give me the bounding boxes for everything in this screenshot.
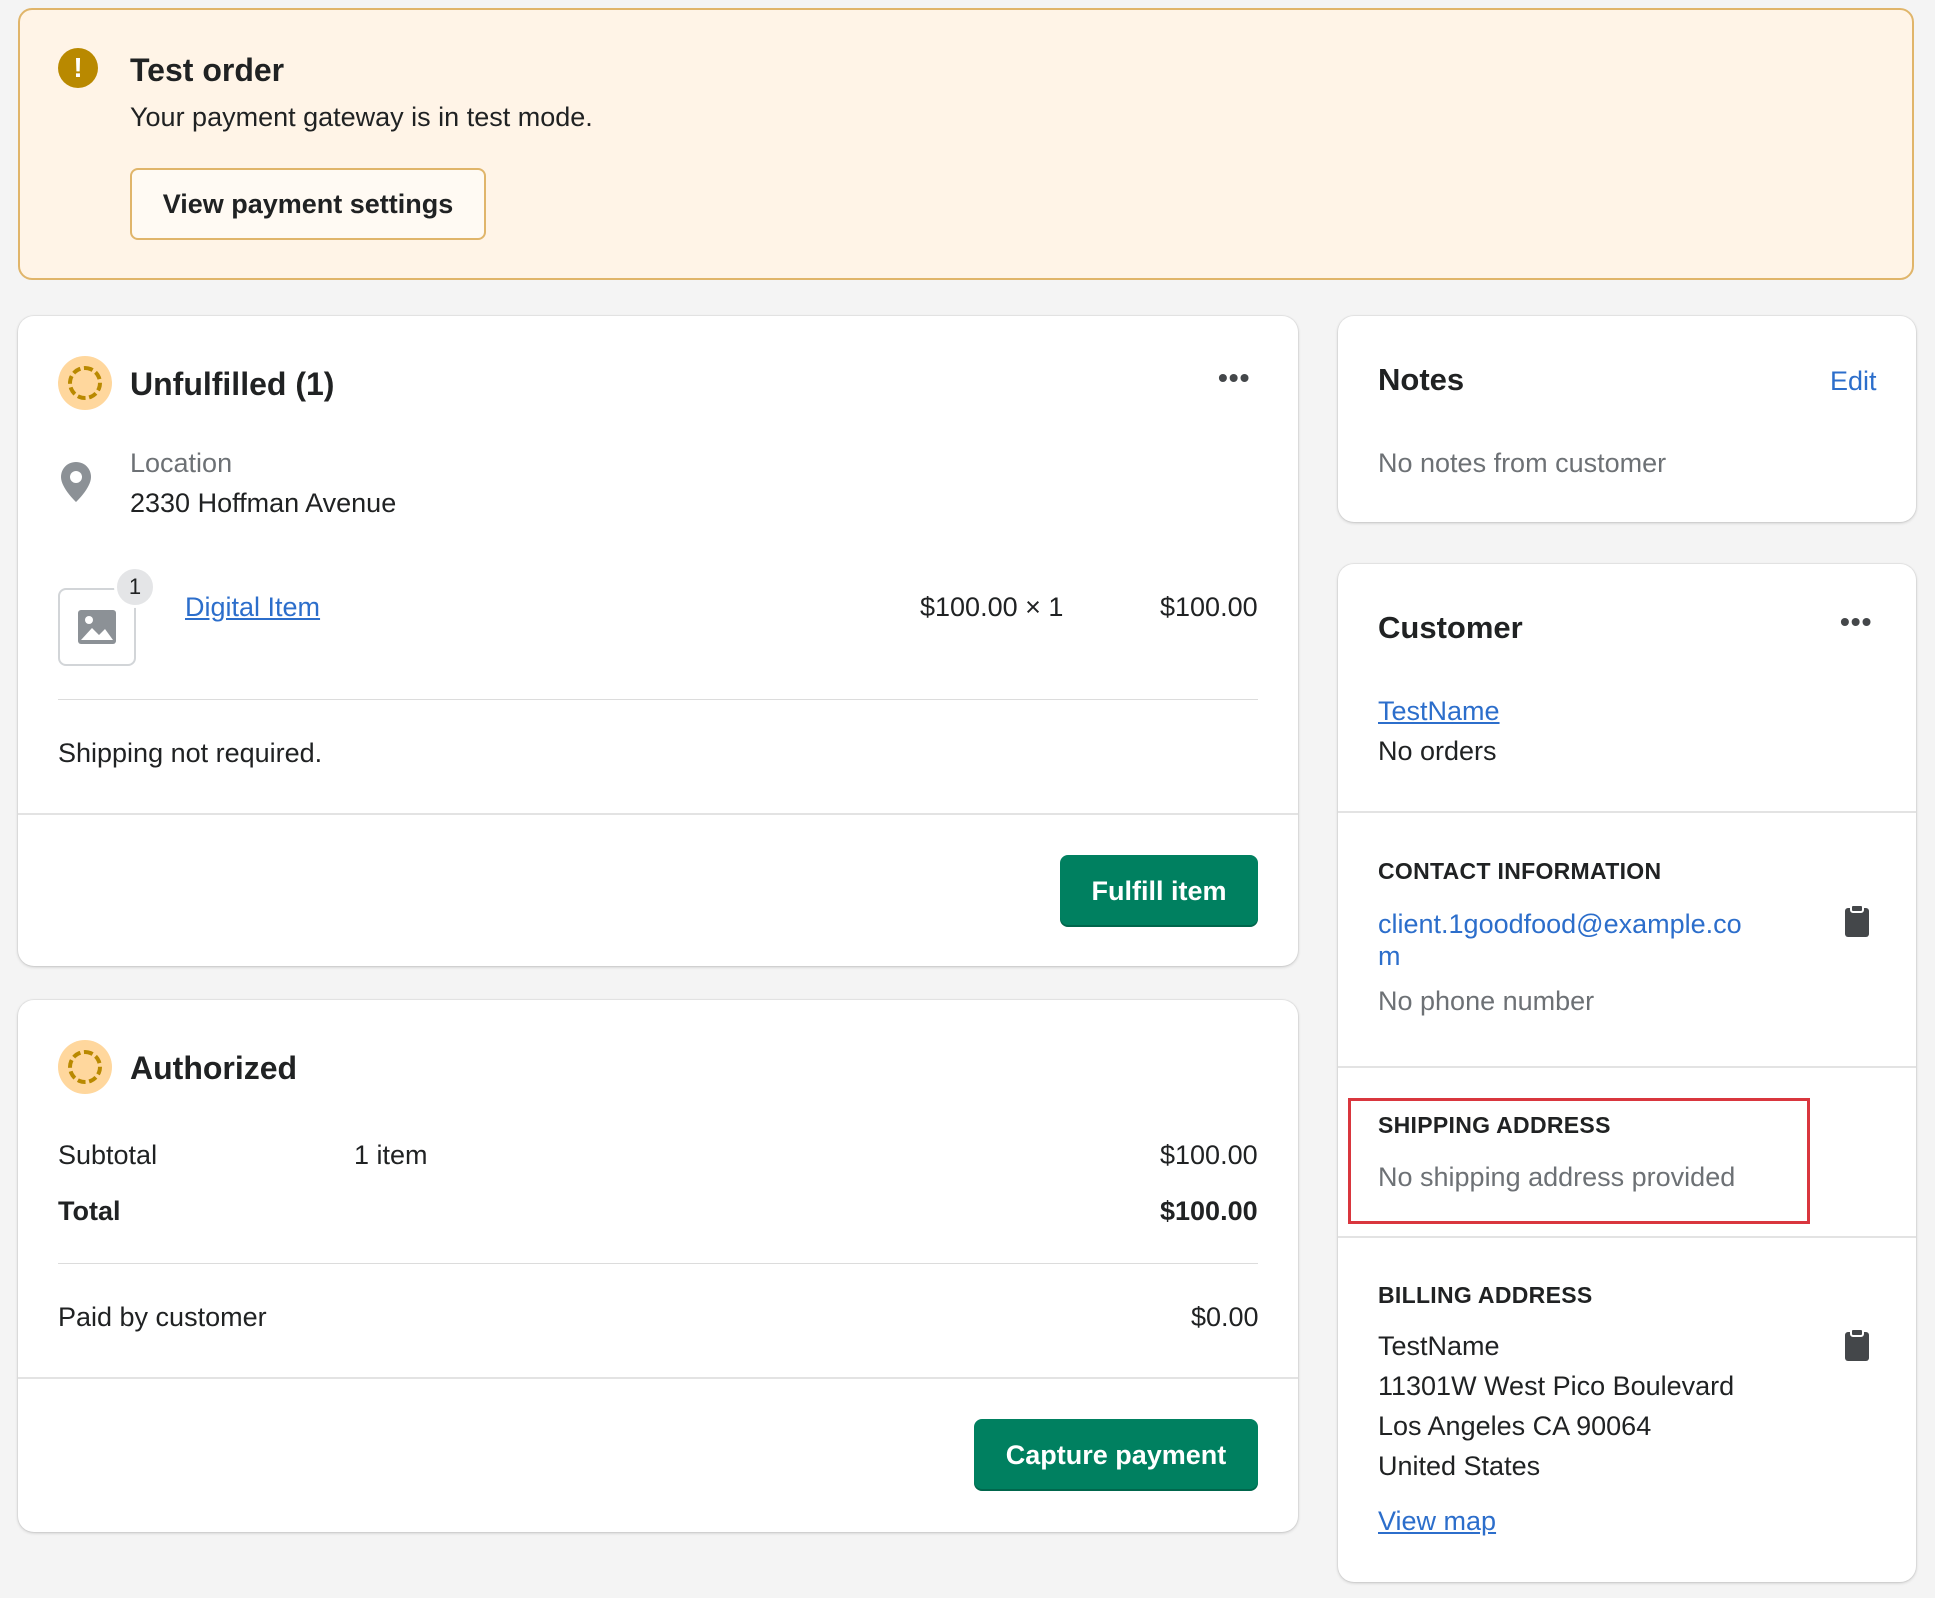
item-divider [58,699,1258,700]
payment-footer-divider [18,1377,1298,1379]
contact-information-heading: CONTACT INFORMATION [1378,858,1662,884]
line-total: $100.00 [1160,592,1258,622]
customer-title: Customer [1378,610,1523,645]
customer-card: Customer ••• TestName No orders CONTACT … [1338,564,1916,1582]
unfulfilled-card: Unfulfilled (1) ••• Location 2330 Hoffma… [18,316,1298,966]
shipping-address-highlight [1348,1098,1810,1224]
customer-divider-3 [1338,1236,1916,1238]
paid-by-customer-label: Paid by customer [58,1302,267,1332]
notes-edit-link[interactable]: Edit [1830,366,1877,397]
billing-address: TestName 11301W West Pico Boulevard Los … [1378,1326,1734,1486]
card-footer-divider [18,813,1298,815]
customer-orders: No orders [1378,736,1497,766]
notes-body: No notes from customer [1378,448,1667,478]
customer-divider-2 [1338,1066,1916,1068]
email-line-1[interactable]: client.1goodfood@example.co [1378,908,1778,940]
totals-divider [58,1263,1258,1264]
location-label: Location [130,448,233,478]
subtotal-label: Subtotal [58,1140,158,1170]
billing-line: 11301W West Pico Boulevard [1378,1371,1735,1401]
email-line-2[interactable]: m [1378,940,1778,972]
customer-email-link[interactable]: client.1goodfood@example.co m [1378,908,1778,972]
test-order-banner: ! Test order Your payment gateway is in … [18,8,1914,280]
notes-card: Notes Edit No notes from customer [1338,316,1916,522]
capture-payment-button[interactable]: Capture payment [974,1419,1258,1491]
fulfill-item-button[interactable]: Fulfill item [1060,855,1258,927]
copy-billing-clipboard-icon[interactable] [1844,1328,1870,1367]
banner-message: Your payment gateway is in test mode. [130,102,593,132]
view-map-link[interactable]: View map [1378,1506,1496,1537]
banner-title: Test order [130,52,285,88]
unfulfilled-title: Unfulfilled (1) [130,366,335,402]
quantity-badge: 1 [114,566,156,608]
payment-card: Authorized Subtotal 1 item $100.00 Total… [18,1000,1298,1532]
billing-address-heading: BILLING ADDRESS [1378,1282,1593,1308]
customer-divider-1 [1338,811,1916,813]
authorized-status-icon [58,1040,112,1094]
customer-more-actions-icon[interactable]: ••• [1840,606,1872,638]
shipping-note: Shipping not required. [58,738,323,768]
warning-icon: ! [58,48,98,88]
notes-title: Notes [1378,362,1465,397]
image-placeholder-icon [78,610,116,644]
location-value: 2330 Hoffman Avenue [130,488,397,518]
product-link[interactable]: Digital Item [185,592,320,623]
copy-email-clipboard-icon[interactable] [1844,904,1870,943]
subtotal-value: $100.00 [1160,1140,1258,1170]
billing-line: United States [1378,1451,1541,1481]
total-value: $100.00 [1160,1196,1258,1226]
authorized-title: Authorized [130,1050,298,1086]
location-pin-icon [58,460,94,509]
total-label: Total [58,1196,121,1226]
billing-line: TestName [1378,1331,1500,1361]
unit-price: $100.00 × 1 [920,592,1064,622]
more-actions-icon[interactable]: ••• [1218,362,1250,394]
customer-name-link[interactable]: TestName [1378,696,1500,727]
billing-line: Los Angeles CA 90064 [1378,1411,1652,1441]
paid-by-customer-value: $0.00 [1191,1302,1259,1332]
view-payment-settings-button[interactable]: View payment settings [130,168,486,240]
customer-phone: No phone number [1378,986,1595,1016]
subtotal-items: 1 item [354,1140,428,1170]
unfulfilled-status-icon [58,356,112,410]
